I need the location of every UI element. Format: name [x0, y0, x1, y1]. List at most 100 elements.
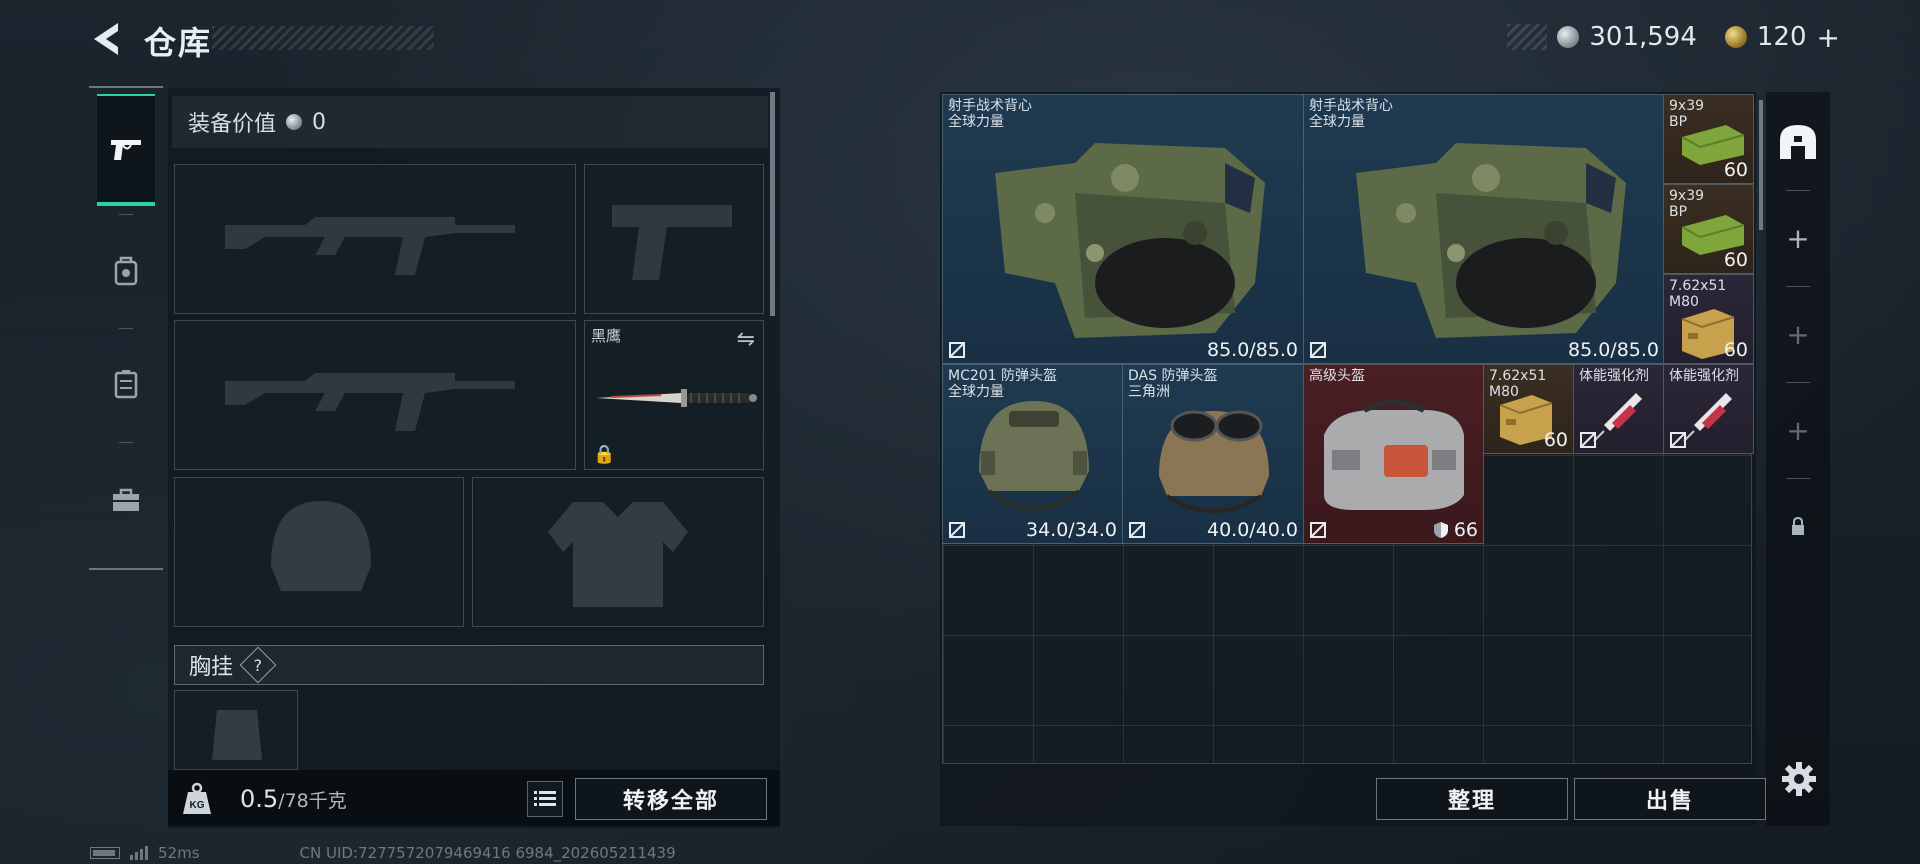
weight-current: 0.5 — [240, 785, 279, 813]
helmet-slot[interactable] — [174, 477, 464, 627]
item-durability: 40.0/40.0 — [1206, 519, 1298, 541]
stash-scrollbar[interactable] — [1759, 100, 1763, 230]
weight-icon: KG — [180, 782, 214, 816]
item-name: 7.62x51 M80 — [1669, 278, 1727, 310]
helmet-image — [1159, 410, 1269, 513]
item-armor-class: 66 — [1433, 519, 1478, 541]
melee-slot[interactable]: 黑鹰 ⇋ 🔒 — [584, 320, 764, 470]
page-title: 仓库 — [144, 24, 213, 62]
tab-toolbox[interactable] — [97, 444, 155, 556]
stash-item-helmet[interactable]: DAS 防弹头盔 三角洲 40.0/40.0 — [1122, 364, 1304, 544]
signal-icon — [130, 846, 148, 860]
tab-divider — [119, 442, 133, 443]
equipment-value-bar: 装备价值 0 — [172, 96, 768, 148]
gear-icon — [1782, 762, 1816, 796]
item-count: 60 — [1723, 339, 1748, 361]
add-page-button[interactable]: + — [1776, 216, 1820, 260]
tab-weapons[interactable] — [97, 94, 155, 206]
status-bar: 52ms CN UID:7277572079469416 6984_202605… — [90, 844, 676, 862]
melee-name: 黑鹰 — [591, 327, 622, 345]
repair-icon — [1580, 432, 1596, 448]
rail-divider — [1786, 478, 1810, 479]
stash-item-vest[interactable]: 射手战术背心 全球力量 85.0/85.0 — [1303, 94, 1665, 364]
stash-item-ammo[interactable]: 9x39 BP 60 — [1663, 184, 1754, 274]
repair-icon — [949, 342, 965, 358]
syringe-image — [1593, 393, 1642, 442]
stash-item-ammo[interactable]: 9x39 BP 60 — [1663, 94, 1754, 184]
item-name: 高级头盔 — [1309, 368, 1365, 384]
back-button[interactable] — [88, 20, 122, 58]
add-page-button[interactable]: + — [1776, 408, 1820, 452]
back-arrow-icon — [94, 23, 118, 55]
locked-page-button[interactable] — [1776, 504, 1820, 548]
stash-item-ammo[interactable]: 7.62x51 M80 60 — [1483, 364, 1574, 454]
svg-text:KG: KG — [190, 800, 205, 811]
item-count: 60 — [1723, 159, 1748, 181]
stash-item-stimulant[interactable]: 体能强化剂 — [1663, 364, 1754, 454]
syringe-image — [1683, 393, 1732, 442]
title-decoration — [212, 26, 434, 50]
loadout-scrollbar[interactable] — [770, 92, 775, 316]
vest-image — [995, 143, 1265, 338]
add-page-button[interactable]: + — [1776, 312, 1820, 356]
list-icon — [534, 791, 556, 806]
warehouse-icon — [1780, 125, 1816, 159]
stash-item-helmet-case[interactable]: 高级头盔 66 — [1303, 364, 1484, 544]
repair-icon — [1310, 342, 1326, 358]
item-count: 60 — [1723, 249, 1748, 271]
sell-button[interactable]: 出售 — [1574, 778, 1766, 820]
stash-item-helmet[interactable]: MC201 防弹头盔 全球力量 34.0/34.0 — [942, 364, 1123, 544]
settings-button[interactable] — [1780, 760, 1818, 798]
help-button[interactable]: ? — [239, 646, 277, 684]
stash-item-stimulant[interactable]: 体能强化剂 — [1573, 364, 1664, 454]
list-view-button[interactable] — [527, 781, 563, 817]
item-durability: 34.0/34.0 — [1025, 519, 1117, 541]
armor-silhouette-icon — [548, 502, 688, 607]
item-name: 射手战术背心 全球力量 — [948, 98, 1032, 130]
stash-page-main[interactable] — [1776, 120, 1820, 164]
stash-item-vest[interactable]: 射手战术背心 全球力量 85.0/85.0 — [942, 94, 1304, 364]
repair-icon — [1310, 522, 1326, 538]
item-name: DAS 防弹头盔 三角洲 — [1128, 368, 1218, 400]
lock-icon — [1792, 516, 1804, 535]
equipment-value: 0 — [312, 109, 327, 135]
silver-coin-icon — [286, 114, 303, 130]
tab-helmets[interactable] — [97, 214, 155, 326]
item-count: 60 — [1543, 429, 1568, 451]
currency-bar: 301,594 120 + — [1507, 21, 1840, 54]
weight-readout: 0.5/78千克 — [240, 785, 347, 813]
repair-icon — [949, 522, 965, 538]
item-name: MC201 防弹头盔 全球力量 — [948, 368, 1058, 400]
ping-value: 52ms — [158, 844, 200, 862]
chest-rig-slot[interactable] — [174, 690, 298, 770]
body-armor-slot[interactable] — [472, 477, 764, 627]
transfer-all-button[interactable]: 转移全部 — [575, 778, 767, 820]
primary-weapon-slot[interactable] — [174, 164, 576, 314]
item-name: 9x39 BP — [1669, 188, 1705, 220]
item-name: 射手战术背心 全球力量 — [1309, 98, 1393, 130]
equipment-value-label: 装备价值 — [188, 112, 277, 137]
helmet-bag-icon — [114, 256, 138, 286]
toolbox-icon — [113, 488, 139, 511]
item-name: 9x39 BP — [1669, 98, 1705, 130]
helmet-silhouette-icon — [271, 501, 371, 591]
item-name: 体能强化剂 — [1579, 368, 1649, 384]
repair-icon — [1129, 522, 1145, 538]
swap-icon[interactable]: ⇋ — [737, 327, 755, 352]
stash-item-ammo[interactable]: 7.62x51 M80 60 — [1663, 274, 1754, 364]
sidearm-slot[interactable] — [584, 164, 764, 314]
battery-icon — [90, 847, 120, 859]
category-tabs — [89, 86, 163, 570]
silver-coin-icon — [1557, 26, 1580, 48]
item-name: 7.62x51 M80 — [1489, 368, 1547, 400]
rail-divider — [1786, 382, 1810, 383]
sort-button[interactable]: 整理 — [1376, 778, 1568, 820]
rail-divider — [1786, 190, 1810, 191]
tab-vests[interactable] — [97, 328, 155, 440]
weight-max: /78千克 — [278, 790, 347, 812]
add-currency-button[interactable]: + — [1817, 21, 1840, 54]
rig-silhouette-icon — [212, 710, 262, 760]
secondary-weapon-slot[interactable] — [174, 320, 576, 470]
rail-divider — [1786, 286, 1810, 287]
gold-coin-icon — [1724, 26, 1747, 48]
